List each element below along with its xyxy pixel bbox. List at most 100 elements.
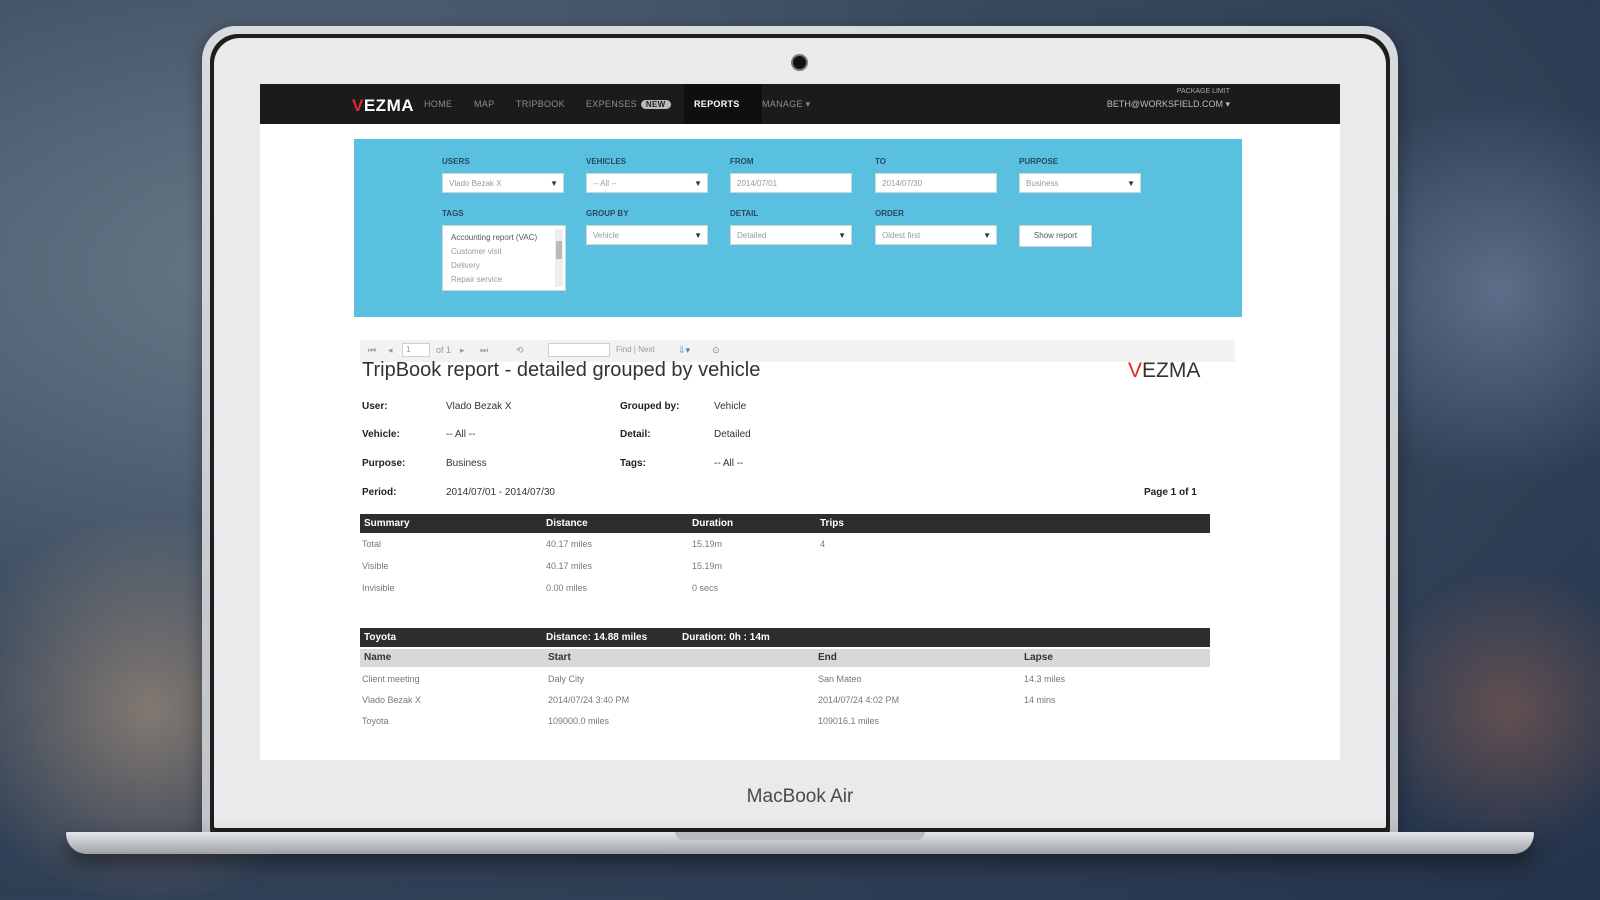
order-select[interactable]: Oldest first ▼ [875, 225, 997, 245]
purpose-select[interactable]: Business ▼ [1019, 173, 1141, 193]
show-report-button[interactable]: Show report [1019, 225, 1092, 247]
summary-header-cell: Summary [364, 518, 410, 529]
export-icon[interactable]: ⇩▾ [678, 345, 690, 356]
order-label: ORDER [875, 209, 904, 218]
chevron-down-icon: ▼ [1127, 179, 1135, 188]
tags-listbox[interactable]: Accounting report (VAC) Customer visit D… [442, 225, 566, 291]
app-logo[interactable]: VEZMA [352, 96, 414, 116]
group-name: Toyota [364, 632, 397, 643]
nav-item-manage[interactable]: MANAGE ▾ [762, 99, 810, 110]
user-label: User: [362, 401, 388, 412]
last-page-icon[interactable]: ⏭ [480, 345, 488, 356]
detail-label: DETAIL [730, 209, 759, 218]
table-cell: 0.00 miles [546, 583, 588, 593]
to-label: TO [875, 157, 886, 166]
table-cell: Visible [362, 561, 389, 571]
chevron-down-icon: ▼ [694, 179, 702, 188]
next-page-icon[interactable]: ▸ [460, 345, 465, 356]
chevron-down-icon: ▼ [694, 231, 702, 240]
summary-header-cell: Distance [546, 518, 588, 529]
page-indicator: Page 1 of 1 [1144, 487, 1197, 498]
print-icon[interactable]: ⊙ [712, 345, 720, 356]
summary-header-cell: Duration [692, 518, 734, 529]
column-header: Lapse [1024, 652, 1053, 663]
nav-item-reports[interactable]: REPORTS [694, 99, 740, 109]
table-cell: 2014/07/24 4:02 PM [818, 695, 900, 705]
table-cell: 2014/07/24 3:40 PM [548, 695, 630, 705]
nav-item-expenses[interactable]: EXPENSES NEW [586, 99, 671, 109]
nav-item-home[interactable]: HOME [424, 99, 452, 109]
tags-scrollbar[interactable] [555, 229, 563, 287]
period-value: 2014/07/01 - 2014/07/30 [446, 487, 555, 498]
group-by-select[interactable]: Vehicle ▼ [586, 225, 708, 245]
users-label: USERS [442, 157, 470, 166]
table-cell: 14.3 miles [1024, 674, 1066, 684]
grouped-by-value: Vehicle [714, 401, 747, 412]
table-cell: Daly City [548, 674, 585, 684]
tags-option[interactable]: Customer visit [451, 245, 557, 259]
user-value: Vlado Bezak X [446, 401, 512, 412]
group-header-row: Toyota Distance: 14.88 miles Duration: 0… [360, 628, 1210, 647]
table-cell: 15.19m [692, 561, 723, 571]
find-next-link[interactable]: Find | Next [616, 345, 655, 354]
chevron-down-icon: ▼ [983, 231, 991, 240]
summary-header-row: Summary Distance Duration Trips [360, 514, 1210, 533]
chevron-down-icon: ▼ [838, 231, 846, 240]
tags-label: TAGS [442, 209, 464, 218]
refresh-icon[interactable]: ⟲ [516, 345, 524, 356]
table-cell: 14 mins [1024, 695, 1056, 705]
summary-header-cell: Trips [820, 518, 844, 529]
table-cell: 40.17 miles [546, 561, 593, 571]
account-menu[interactable]: BETH@WORKSFIELD.COM ▾ [1107, 99, 1230, 110]
find-input[interactable] [548, 343, 610, 357]
column-header: Start [548, 652, 571, 663]
tags-option[interactable]: Delivery [451, 259, 557, 273]
to-date-input[interactable]: 2014/07/30 [875, 173, 997, 193]
vehicles-select[interactable]: -- All -- ▼ [586, 173, 708, 193]
tags-option[interactable]: Accounting report (VAC) [451, 231, 557, 245]
table-cell: 109016.1 miles [818, 716, 880, 726]
camera-icon [793, 56, 806, 69]
background-blur [1380, 560, 1600, 860]
column-header: Name [364, 652, 392, 663]
page-number-input[interactable]: 1 [402, 343, 430, 357]
group-distance: Distance: 14.88 miles [546, 632, 648, 643]
app-screen: VEZMA HOME MAP TRIPBOOK EXPENSES NEW REPO… [260, 84, 1340, 760]
account-package: PACKAGE LIMIT [1176, 88, 1230, 95]
vehicle-label: Vehicle: [362, 429, 400, 440]
vehicle-value: -- All -- [446, 429, 476, 440]
vehicles-label: VEHICLES [586, 157, 627, 166]
purpose-meta-value: Business [446, 458, 487, 469]
first-page-icon[interactable]: ⏮ [368, 345, 376, 356]
purpose-meta-label: Purpose: [362, 458, 406, 469]
table-cell: Total [362, 539, 382, 549]
new-badge: NEW [640, 100, 671, 109]
table-cell: San Mateo [818, 674, 862, 684]
top-nav: VEZMA HOME MAP TRIPBOOK EXPENSES NEW REPO… [260, 84, 1340, 124]
tags-option[interactable]: Repair service [451, 273, 557, 287]
table-cell: Toyota [362, 716, 389, 726]
table-cell: 15.19m [692, 539, 723, 549]
table-cell: 40.17 miles [546, 539, 593, 549]
nav-item-map[interactable]: MAP [474, 99, 494, 109]
table-cell: Client meeting [362, 674, 420, 684]
users-select[interactable]: Vlado Bezak X ▼ [442, 173, 564, 193]
group-columns-row: Name Start End Lapse [360, 649, 1210, 667]
detail-meta-label: Detail: [620, 429, 651, 440]
group-duration: Duration: 0h : 14m [682, 632, 770, 643]
chevron-down-icon: ▼ [550, 179, 558, 188]
tags-meta-value: -- All -- [714, 458, 744, 469]
table-cell: 109000.0 miles [548, 716, 610, 726]
device-brand-label: MacBook Air [746, 786, 854, 807]
detail-select[interactable]: Detailed ▼ [730, 225, 852, 245]
table-cell: Invisible [362, 583, 395, 593]
from-date-input[interactable]: 2014/07/01 [730, 173, 852, 193]
nav-item-tripbook[interactable]: TRIPBOOK [516, 99, 565, 109]
laptop-notch [675, 832, 925, 840]
report-logo: VEZMA [1128, 359, 1201, 382]
table-cell: 0 secs [692, 583, 719, 593]
from-label: FROM [730, 157, 754, 166]
filter-panel: USERS Vlado Bezak X ▼ VEHICLES -- All -- ▼… [354, 139, 1242, 317]
prev-page-icon[interactable]: ◂ [388, 345, 393, 356]
purpose-label: PURPOSE [1019, 157, 1059, 166]
